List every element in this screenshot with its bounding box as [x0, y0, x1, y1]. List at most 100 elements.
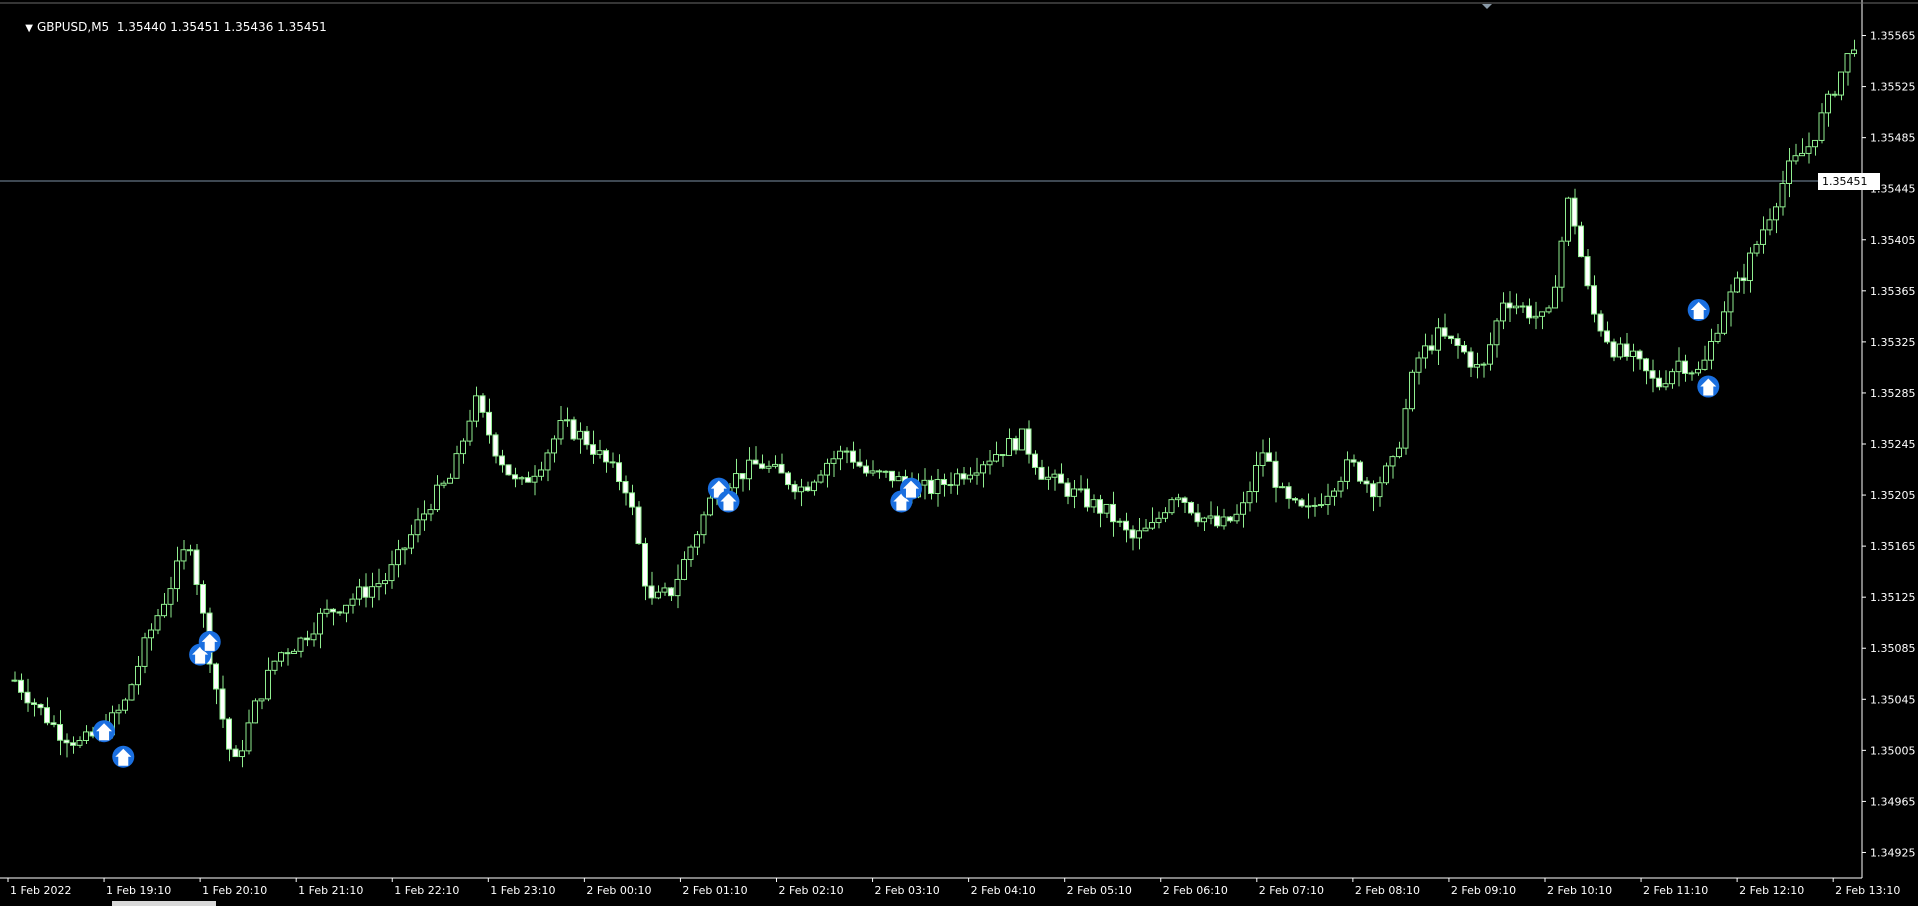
candle[interactable]	[1220, 508, 1227, 530]
candle[interactable]	[453, 445, 460, 479]
candle[interactable]	[271, 660, 278, 675]
buy-signal-arrow-icon[interactable]	[112, 745, 135, 768]
candle[interactable]	[1513, 293, 1519, 315]
candle[interactable]	[1363, 477, 1370, 493]
candle[interactable]	[765, 460, 772, 473]
candle[interactable]	[1428, 334, 1435, 355]
candle[interactable]	[63, 733, 70, 758]
candle[interactable]	[1142, 519, 1149, 532]
candle[interactable]	[564, 407, 570, 427]
candle[interactable]	[1591, 275, 1597, 323]
candle[interactable]	[954, 468, 960, 495]
candle[interactable]	[1818, 103, 1825, 144]
candle[interactable]	[798, 478, 804, 507]
candle[interactable]	[993, 441, 999, 463]
candle[interactable]	[772, 455, 778, 469]
candle[interactable]	[1825, 90, 1831, 127]
candle[interactable]	[265, 657, 271, 702]
candle[interactable]	[1415, 351, 1422, 385]
candle[interactable]	[843, 447, 850, 464]
buy-signal-arrow-icon[interactable]	[899, 477, 922, 500]
candle[interactable]	[1773, 202, 1779, 234]
candle[interactable]	[1038, 459, 1045, 480]
buy-signal-arrow-icon[interactable]	[198, 630, 221, 653]
candle[interactable]	[50, 715, 57, 728]
candle[interactable]	[694, 530, 700, 556]
candle[interactable]	[499, 449, 505, 473]
candle[interactable]	[583, 425, 590, 450]
candle[interactable]	[668, 587, 674, 602]
candle[interactable]	[1389, 455, 1396, 479]
candle[interactable]	[1844, 53, 1851, 86]
candle[interactable]	[590, 430, 596, 464]
candle[interactable]	[200, 580, 206, 628]
candle[interactable]	[1071, 480, 1077, 509]
candle[interactable]	[440, 480, 447, 489]
candle[interactable]	[531, 465, 538, 496]
candle[interactable]	[167, 576, 174, 618]
candle[interactable]	[343, 604, 349, 623]
candle[interactable]	[239, 740, 245, 768]
candle[interactable]	[1766, 208, 1773, 236]
candle[interactable]	[135, 655, 141, 695]
candle[interactable]	[850, 441, 856, 469]
candle[interactable]	[213, 662, 219, 705]
candle[interactable]	[1792, 143, 1799, 165]
candle[interactable]	[1285, 482, 1292, 509]
candle[interactable]	[889, 470, 895, 488]
candle[interactable]	[616, 454, 622, 491]
candle[interactable]	[479, 393, 486, 418]
candle[interactable]	[1214, 506, 1220, 529]
candle[interactable]	[1110, 491, 1116, 537]
candle[interactable]	[349, 593, 356, 614]
candle[interactable]	[1194, 503, 1201, 527]
candle[interactable]	[70, 736, 76, 754]
candle[interactable]	[648, 571, 655, 605]
candle[interactable]	[1753, 240, 1760, 257]
candle[interactable]	[1721, 301, 1727, 336]
candle[interactable]	[297, 636, 304, 658]
candle[interactable]	[538, 461, 544, 481]
candle[interactable]	[876, 469, 882, 479]
candle[interactable]	[1032, 450, 1038, 475]
candle[interactable]	[1175, 493, 1181, 508]
candle[interactable]	[1370, 480, 1376, 512]
candle[interactable]	[700, 511, 707, 544]
candle[interactable]	[1656, 370, 1662, 391]
candle[interactable]	[1500, 292, 1506, 330]
candle[interactable]	[1506, 291, 1513, 322]
candle[interactable]	[986, 450, 993, 475]
candle[interactable]	[369, 572, 375, 608]
candle[interactable]	[219, 675, 226, 729]
candle[interactable]	[1253, 451, 1259, 503]
candle[interactable]	[1669, 368, 1675, 389]
candle[interactable]	[161, 592, 167, 618]
candle[interactable]	[609, 452, 616, 468]
candle[interactable]	[811, 479, 817, 496]
candle[interactable]	[421, 500, 427, 531]
chart-tab[interactable]	[112, 901, 216, 906]
candle[interactable]	[1461, 341, 1467, 355]
candle[interactable]	[37, 703, 44, 716]
candle[interactable]	[18, 673, 24, 701]
candle[interactable]	[1123, 512, 1129, 543]
candle[interactable]	[661, 582, 668, 596]
candle[interactable]	[1357, 460, 1363, 484]
candle[interactable]	[11, 671, 18, 683]
buy-signal-arrow-icon[interactable]	[1697, 375, 1720, 398]
candle[interactable]	[824, 458, 830, 488]
candle[interactable]	[1012, 435, 1019, 455]
candle[interactable]	[512, 467, 518, 488]
candle[interactable]	[1539, 311, 1545, 330]
candle[interactable]	[1779, 170, 1786, 216]
candle[interactable]	[1279, 482, 1285, 489]
candle[interactable]	[1643, 357, 1649, 385]
candle[interactable]	[323, 599, 330, 618]
candle[interactable]	[466, 409, 473, 446]
candle[interactable]	[1805, 132, 1812, 164]
candle[interactable]	[1396, 441, 1402, 459]
candle[interactable]	[1272, 451, 1279, 503]
candle[interactable]	[752, 446, 759, 465]
candle[interactable]	[1519, 302, 1526, 313]
candle[interactable]	[655, 585, 661, 600]
